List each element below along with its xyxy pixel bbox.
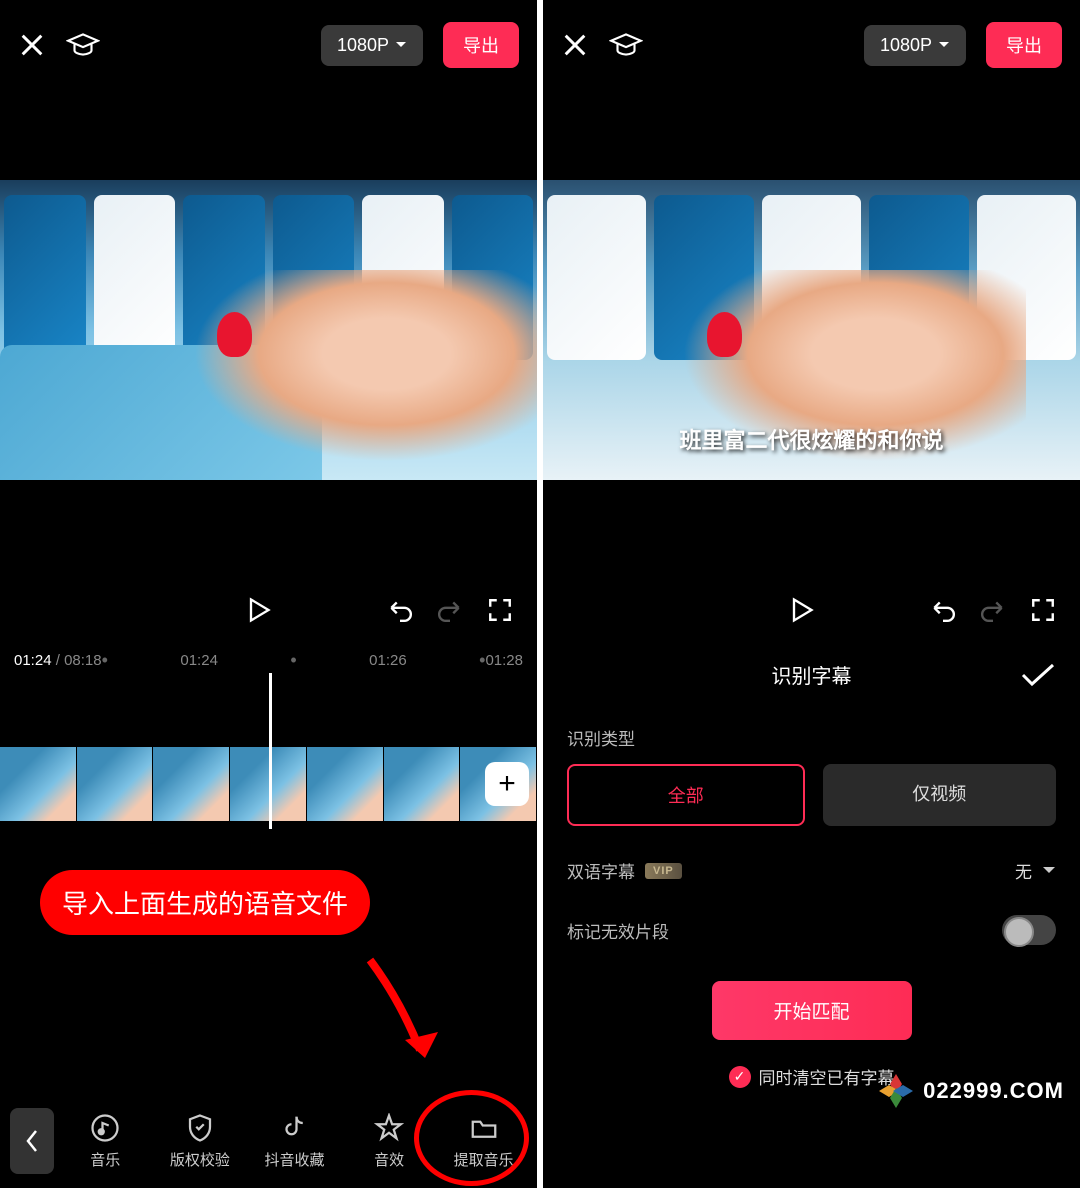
- undo-icon[interactable]: [930, 597, 956, 623]
- resolution-label: 1080P: [337, 35, 389, 56]
- sfx-button[interactable]: 音效: [346, 1113, 433, 1170]
- resolution-label: 1080P: [880, 35, 932, 56]
- academy-icon[interactable]: [66, 30, 100, 60]
- subtitle-overlay: 班里富二代很炫耀的和你说: [679, 423, 943, 455]
- right-header: 1080P 导出: [543, 0, 1080, 90]
- close-icon[interactable]: [18, 31, 46, 59]
- current-time: 01:24: [14, 652, 52, 669]
- chevron-down-icon: [395, 41, 407, 49]
- playhead[interactable]: [269, 739, 272, 829]
- extract-music-button[interactable]: 提取音乐: [440, 1113, 527, 1170]
- time-mark: 01:24: [108, 652, 290, 669]
- left-controls: [0, 580, 537, 640]
- timeline-thumbs[interactable]: +: [0, 747, 537, 821]
- export-button[interactable]: 导出: [986, 22, 1062, 68]
- bilingual-label: 双语字幕: [567, 858, 635, 883]
- vip-badge: VIP: [645, 863, 682, 879]
- type-video-button[interactable]: 仅视频: [823, 764, 1057, 826]
- type-label: 识别类型: [567, 725, 1056, 750]
- academy-icon[interactable]: [609, 30, 643, 60]
- undo-icon[interactable]: [387, 597, 413, 623]
- resolution-button[interactable]: 1080P: [321, 25, 423, 66]
- left-preview[interactable]: [0, 180, 537, 480]
- mark-invalid-row: 标记无效片段: [543, 899, 1080, 961]
- total-time: 08:18: [64, 652, 102, 669]
- douyin-fav-button[interactable]: 抖音收藏: [251, 1113, 338, 1170]
- time-mark: 01:28: [485, 652, 523, 669]
- annotation-arrow-icon: [360, 950, 450, 1070]
- left-pane: 1080P 导出 01:24 / 08:18 • 01:24 • 01:26 •…: [0, 0, 537, 1188]
- bilingual-value: 无: [1015, 858, 1032, 883]
- shield-icon: [185, 1113, 215, 1143]
- fullscreen-icon[interactable]: [487, 597, 513, 623]
- confirm-icon[interactable]: [1020, 662, 1056, 688]
- back-button[interactable]: [10, 1108, 54, 1174]
- item-label: 音效: [374, 1149, 404, 1170]
- chevron-down-icon: [938, 41, 950, 49]
- start-match-button[interactable]: 开始匹配: [712, 981, 912, 1040]
- item-label: 抖音收藏: [264, 1149, 324, 1170]
- left-header: 1080P 导出: [0, 0, 537, 90]
- playhead[interactable]: [269, 673, 272, 749]
- type-section: 识别类型 全部 仅视频: [543, 709, 1080, 842]
- watermark-logo-icon: [875, 1070, 917, 1112]
- redo-icon: [437, 597, 463, 623]
- export-button[interactable]: 导出: [443, 22, 519, 68]
- bottom-toolbar: 音乐 版权校验 抖音收藏 音效 提取音乐: [0, 1094, 537, 1188]
- annotation-bubble: 导入上面生成的语音文件: [40, 870, 370, 935]
- item-label: 音乐: [90, 1149, 120, 1170]
- star-icon: [374, 1113, 404, 1143]
- play-icon[interactable]: [787, 596, 815, 624]
- music-icon: [90, 1113, 120, 1143]
- douyin-icon: [279, 1113, 309, 1143]
- resolution-button[interactable]: 1080P: [864, 25, 966, 66]
- right-pane: 1080P 导出 班里富二代很炫耀的和你说 识别字幕 识别类型 全部 仅视频: [543, 0, 1080, 1188]
- item-label: 版权校验: [170, 1149, 230, 1170]
- watermark: 022999.COM: [875, 1070, 1064, 1112]
- watermark-text: 022999.COM: [923, 1078, 1064, 1104]
- mark-invalid-toggle[interactable]: [1002, 915, 1056, 945]
- type-all-button[interactable]: 全部: [567, 764, 805, 826]
- play-icon[interactable]: [244, 596, 272, 624]
- right-preview[interactable]: 班里富二代很炫耀的和你说: [543, 180, 1080, 480]
- item-label: 提取音乐: [454, 1149, 514, 1170]
- fullscreen-icon[interactable]: [1030, 597, 1056, 623]
- panel-title: 识别字幕: [772, 660, 852, 689]
- redo-icon: [980, 597, 1006, 623]
- right-controls: [543, 580, 1080, 640]
- time-mark: 01:26: [297, 652, 479, 669]
- checkbox-checked-icon[interactable]: ✓: [729, 1066, 751, 1088]
- music-button[interactable]: 音乐: [62, 1113, 149, 1170]
- chevron-down-icon: [1042, 866, 1056, 876]
- clear-existing-label: 同时清空已有字幕: [759, 1064, 895, 1089]
- folder-icon: [469, 1113, 499, 1143]
- close-icon[interactable]: [561, 31, 589, 59]
- copyright-button[interactable]: 版权校验: [157, 1113, 244, 1170]
- bilingual-row[interactable]: 双语字幕 VIP 无: [543, 842, 1080, 899]
- panel-header: 识别字幕: [543, 640, 1080, 709]
- mark-invalid-label: 标记无效片段: [567, 918, 669, 943]
- add-clip-button[interactable]: +: [485, 762, 529, 806]
